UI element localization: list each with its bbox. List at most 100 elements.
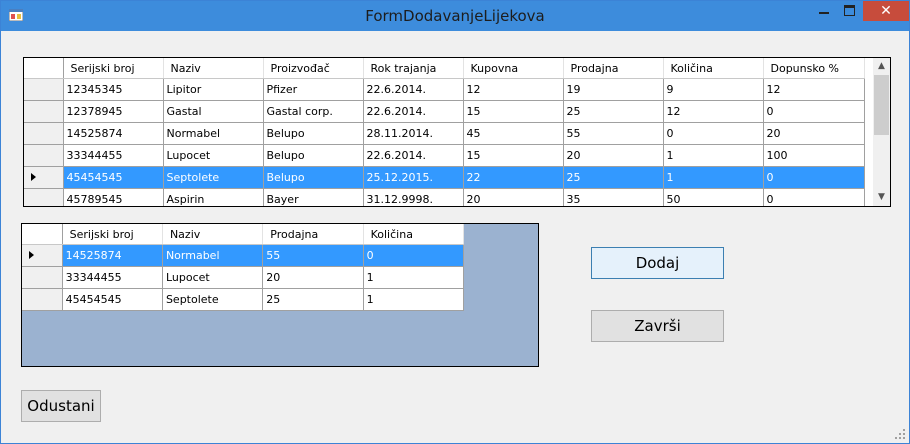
minimize-button[interactable] (811, 1, 837, 21)
table-row[interactable]: 33344455 Lupocet Belupo 22.6.2014. 15 20 1 100 (24, 144, 865, 167)
table-cell[interactable]: 1 (663, 166, 764, 189)
table-row[interactable]: 12378945 Gastal Gastal corp. 22.6.2014. 15 25… (24, 100, 865, 123)
row-header[interactable] (22, 244, 63, 267)
grid-vertical-scrollbar[interactable]: ▲ ▼ (873, 58, 890, 206)
scroll-thumb[interactable] (874, 75, 889, 135)
table-cell[interactable]: 0 (663, 122, 764, 145)
table-cell[interactable]: 15 (463, 144, 564, 167)
table-row[interactable]: 14525874 Normabel Belupo 28.11.2014. 45 55 0 20 (24, 122, 865, 145)
table-cell[interactable]: 14525874 (62, 244, 163, 267)
table-cell[interactable]: 20 (763, 122, 865, 145)
scroll-up-icon[interactable]: ▲ (873, 58, 890, 75)
column-header[interactable]: Prodajna (262, 224, 364, 245)
table-cell[interactable]: 100 (763, 144, 865, 167)
zavrsi-button[interactable]: Završi (591, 310, 724, 342)
column-header[interactable]: Serijski broj (62, 224, 163, 245)
column-header[interactable]: Dopunsko % (763, 58, 865, 79)
table-cell[interactable]: Belupo (263, 144, 364, 167)
table-cell[interactable]: 25 (563, 166, 664, 189)
row-header[interactable] (24, 166, 64, 189)
table-row[interactable]: 12345345 Lipitor Pfizer 22.6.2014. 12 19 9 12 (24, 78, 865, 101)
table-cell[interactable]: 20 (262, 266, 364, 289)
table-cell[interactable]: 45454545 (62, 288, 163, 311)
table-cell[interactable]: 45789545 (63, 188, 164, 206)
row-header[interactable] (22, 266, 63, 289)
table-cell[interactable]: 55 (563, 122, 664, 145)
table-cell[interactable]: 55 (262, 244, 364, 267)
table-cell[interactable]: Gastal (163, 100, 264, 123)
table-cell[interactable]: 0 (763, 100, 865, 123)
table-cell[interactable]: Septolete (162, 288, 264, 311)
column-header[interactable]: Količina (363, 224, 465, 245)
table-row[interactable]: 14525874 Normabel 55 0 (22, 244, 465, 267)
table-cell[interactable]: Belupo (263, 166, 364, 189)
column-header[interactable]: Proizvođač (263, 58, 364, 79)
table-row[interactable]: 45454545 Septolete Belupo 25.12.2015. 22 25 1 0 (24, 166, 865, 189)
table-cell[interactable]: 22 (463, 166, 564, 189)
table-cell[interactable]: 20 (563, 144, 664, 167)
maximize-button[interactable] (837, 1, 863, 21)
table-cell[interactable]: 12 (763, 78, 865, 101)
row-header-corner[interactable] (24, 58, 64, 79)
table-cell[interactable]: 20 (463, 188, 564, 206)
table-cell[interactable]: Belupo (263, 122, 364, 145)
row-header[interactable] (24, 78, 64, 101)
table-row[interactable]: 33344455 Lupocet 20 1 (22, 266, 465, 289)
table-row[interactable]: 45789545 Aspirin Bayer 31.12.9998. 20 35 50 0 (24, 188, 865, 206)
table-cell[interactable]: 31.12.9998. (363, 188, 464, 206)
scroll-down-icon[interactable]: ▼ (873, 189, 890, 206)
table-cell[interactable]: Normabel (163, 122, 264, 145)
resize-grip-icon[interactable] (895, 429, 905, 439)
row-header[interactable] (24, 144, 64, 167)
table-cell[interactable]: Septolete (163, 166, 264, 189)
table-cell[interactable]: 45 (463, 122, 564, 145)
table-cell[interactable]: 45454545 (63, 166, 164, 189)
table-cell[interactable]: 12378945 (63, 100, 164, 123)
table-cell[interactable]: 12345345 (63, 78, 164, 101)
table-cell[interactable]: 0 (363, 244, 465, 267)
table-cell[interactable]: Lupocet (162, 266, 264, 289)
dodaj-button[interactable]: Dodaj (591, 247, 724, 279)
table-cell[interactable]: 0 (763, 166, 865, 189)
column-header[interactable]: Serijski broj (63, 58, 164, 79)
table-cell[interactable]: 12 (663, 100, 764, 123)
table-cell[interactable]: 9 (663, 78, 764, 101)
row-header[interactable] (24, 188, 64, 206)
table-cell[interactable]: Aspirin (163, 188, 264, 206)
odustani-button[interactable]: Odustani (21, 390, 101, 422)
table-cell[interactable]: 12 (463, 78, 564, 101)
table-cell[interactable]: 15 (463, 100, 564, 123)
table-cell[interactable]: 33344455 (63, 144, 164, 167)
table-cell[interactable]: Normabel (162, 244, 264, 267)
row-header[interactable] (24, 122, 64, 145)
table-cell[interactable]: 25 (563, 100, 664, 123)
close-button[interactable]: ✕ (863, 1, 909, 21)
row-header[interactable] (22, 288, 63, 311)
table-cell[interactable]: 25.12.2015. (363, 166, 464, 189)
table-cell[interactable]: 22.6.2014. (363, 144, 464, 167)
column-header[interactable]: Naziv (163, 58, 264, 79)
table-cell[interactable]: Lipitor (163, 78, 264, 101)
table-cell[interactable]: Pfizer (263, 78, 364, 101)
table-cell[interactable]: 25 (262, 288, 364, 311)
table-cell[interactable]: Lupocet (163, 144, 264, 167)
column-header[interactable]: Prodajna (563, 58, 664, 79)
column-header[interactable]: Kupovna (463, 58, 564, 79)
medicines-grid[interactable]: Serijski broj Naziv Proizvođač Rok trajanja… (23, 57, 891, 207)
row-header[interactable] (24, 100, 64, 123)
table-cell[interactable]: 0 (763, 188, 865, 206)
table-cell[interactable]: 22.6.2014. (363, 100, 464, 123)
column-header[interactable]: Količina (663, 58, 764, 79)
table-cell[interactable]: 1 (363, 266, 465, 289)
table-cell[interactable]: 50 (663, 188, 764, 206)
table-cell[interactable]: Gastal corp. (263, 100, 364, 123)
column-header[interactable]: Naziv (162, 224, 264, 245)
table-cell[interactable]: 22.6.2014. (363, 78, 464, 101)
table-cell[interactable]: 1 (363, 288, 465, 311)
row-header-corner[interactable] (22, 224, 63, 245)
table-cell[interactable]: 1 (663, 144, 764, 167)
title-bar[interactable]: FormDodavanjeLijekova ✕ (1, 1, 909, 31)
table-cell[interactable]: 33344455 (62, 266, 163, 289)
table-cell[interactable]: 19 (563, 78, 664, 101)
table-cell[interactable]: 28.11.2014. (363, 122, 464, 145)
